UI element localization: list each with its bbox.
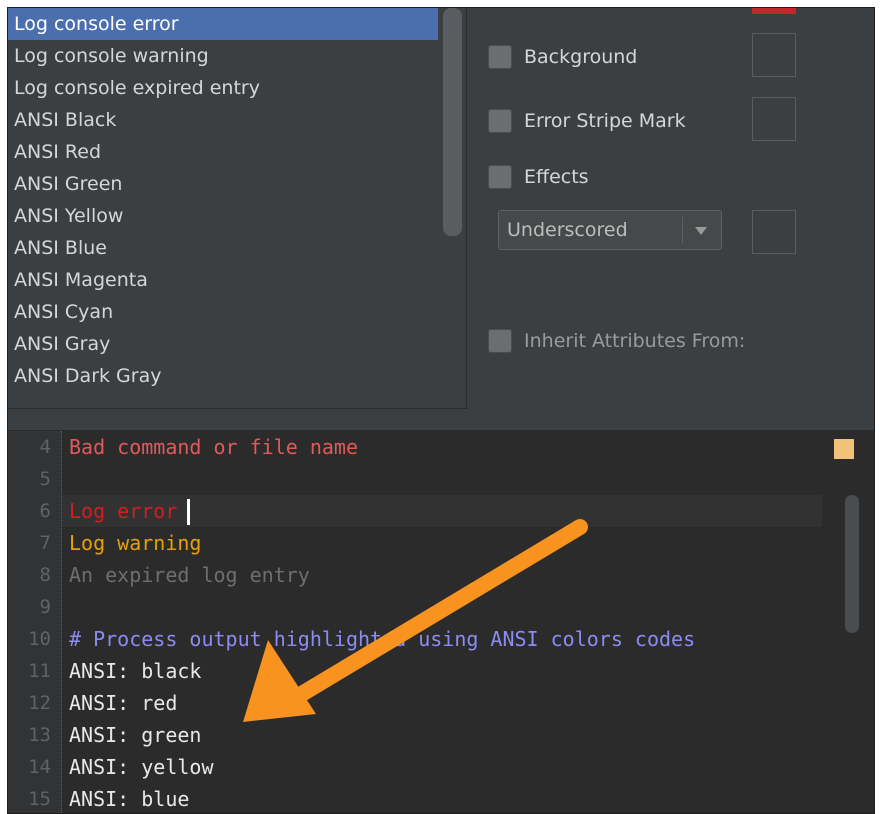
line-number: 5 (39, 468, 51, 490)
code-line: ANSI: blue (69, 787, 190, 811)
line-number: 12 (28, 692, 51, 714)
line-number: 9 (39, 596, 51, 618)
list-item-ansi-cyan[interactable]: ANSI Cyan (8, 296, 438, 328)
chevron-down-icon[interactable] (695, 227, 707, 235)
error-stripe-checkbox[interactable] (488, 109, 512, 133)
inherit-option[interactable]: Inherit Attributes From: (488, 326, 745, 356)
line-number: 15 (28, 788, 51, 810)
background-checkbox[interactable] (488, 45, 512, 69)
list-item-ansi-dark-gray[interactable]: ANSI Dark Gray (8, 360, 438, 392)
code-line: ANSI: black (69, 659, 202, 683)
list-item-ansi-red[interactable]: ANSI Red (8, 136, 438, 168)
effects-checkbox[interactable] (488, 165, 512, 189)
inherit-checkbox[interactable] (488, 329, 512, 353)
code-line: Log warning (69, 531, 202, 555)
line-number: 4 (39, 436, 51, 458)
line-number: 13 (28, 724, 51, 746)
line-number: 14 (28, 756, 51, 778)
background-label: Background (524, 46, 638, 68)
gutter-divider (61, 431, 62, 813)
dropdown-separator (682, 217, 683, 243)
code-line: ANSI: green (69, 723, 202, 747)
list-item-ansi-yellow[interactable]: ANSI Yellow (8, 200, 438, 232)
list-item-ansi-green[interactable]: ANSI Green (8, 168, 438, 200)
line-number: 7 (39, 532, 51, 554)
list-item-ansi-blue[interactable]: ANSI Blue (8, 232, 438, 264)
line-number: 8 (39, 564, 51, 586)
list-item-ansi-magenta[interactable]: ANSI Magenta (8, 264, 438, 296)
effects-option[interactable]: Effects (488, 162, 589, 192)
code-line: # Process output highlighted using ANSI … (69, 627, 696, 651)
error-stripe-label: Error Stripe Mark (524, 110, 686, 132)
color-scheme-settings-panel: Log console error Log console warning Lo… (7, 7, 875, 814)
list-item-log-console-error[interactable]: Log console error (8, 8, 438, 40)
effect-type-value: Underscored (507, 219, 628, 241)
inherit-label: Inherit Attributes From: (524, 330, 746, 352)
code-line: Bad command or file name (69, 435, 358, 459)
list-item-log-console-expired[interactable]: Log console expired entry (8, 72, 438, 104)
preview-editor[interactable]: 4 Bad command or file name 5 6 Log error 7 Log… (8, 430, 874, 813)
effect-type-dropdown[interactable]: Underscored (498, 210, 722, 250)
list-scrollbar[interactable] (443, 8, 462, 236)
list-item-log-console-warning[interactable]: Log console warning (8, 40, 438, 72)
background-option[interactable]: Background (488, 42, 637, 72)
effects-label: Effects (524, 166, 589, 188)
editor-scrollbar[interactable] (845, 495, 859, 633)
code-line: ANSI: red (69, 691, 178, 715)
list-item-ansi-gray[interactable]: ANSI Gray (8, 328, 438, 360)
line-number: 10 (28, 628, 51, 650)
code-line: An expired log entry (69, 563, 310, 587)
effect-color-swatch[interactable] (752, 210, 796, 254)
background-color-swatch[interactable] (752, 33, 796, 77)
line-number: 11 (28, 660, 51, 682)
marker-square-icon (834, 439, 854, 459)
text-caret (187, 499, 190, 525)
error-stripe-color-swatch[interactable] (752, 97, 796, 141)
line-number: 6 (39, 500, 51, 522)
foreground-color-swatch[interactable] (752, 8, 796, 14)
list-item-ansi-black[interactable]: ANSI Black (8, 104, 438, 136)
error-stripe-option[interactable]: Error Stripe Mark (488, 106, 686, 136)
attribute-list[interactable]: Log console error Log console warning Lo… (8, 8, 467, 409)
code-line: Log error (69, 499, 178, 523)
code-line: ANSI: yellow (69, 755, 214, 779)
